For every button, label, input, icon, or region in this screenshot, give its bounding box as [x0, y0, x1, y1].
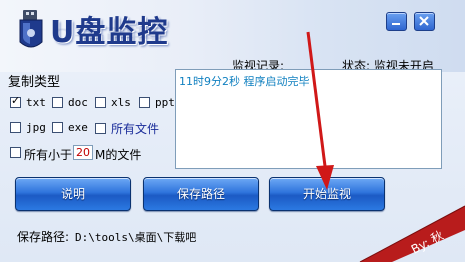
option-label: 所有文件	[111, 122, 160, 136]
copy-type-label: 复制类型	[8, 75, 61, 90]
save-path-value: D:\tools\桌面\下载吧	[75, 231, 197, 244]
corner-badge: By: 秋	[359, 205, 465, 262]
option-label: doc	[68, 96, 88, 109]
size-filter-option[interactable]	[10, 147, 21, 158]
close-button[interactable]	[414, 12, 435, 31]
app-title-reflection: U盘监控	[50, 24, 165, 41]
option-txt[interactable]: ✓ txt	[10, 95, 46, 109]
help-button[interactable]: 说明	[15, 177, 131, 211]
option-ppt[interactable]: ppt	[139, 96, 175, 109]
checkbox-jpg[interactable]	[10, 122, 21, 133]
minimize-icon	[392, 23, 400, 25]
checkbox-exe[interactable]	[52, 122, 63, 133]
option-label: txt	[26, 96, 46, 109]
size-filter-prefix: 所有小于	[24, 148, 73, 162]
option-label: jpg	[26, 121, 46, 134]
size-limit-input[interactable]: 20	[73, 145, 93, 160]
close-icon	[419, 16, 429, 26]
option-label: xls	[111, 96, 131, 109]
checkbox-ppt[interactable]	[139, 97, 150, 108]
option-doc[interactable]: doc	[52, 96, 88, 109]
checkbox-all-files[interactable]	[95, 123, 106, 134]
checkbox-txt[interactable]: ✓	[10, 95, 21, 108]
option-all-files[interactable]: 所有文件	[95, 120, 159, 137]
option-label: exe	[68, 121, 88, 134]
log-entry: 11时9分2秒 程序启动完毕	[179, 75, 310, 88]
option-jpg[interactable]: jpg	[10, 121, 46, 134]
checkbox-xls[interactable]	[95, 97, 106, 108]
minimize-button[interactable]	[386, 12, 407, 31]
save-path-button[interactable]: 保存路径	[143, 177, 259, 211]
checkbox-doc[interactable]	[52, 97, 63, 108]
option-exe[interactable]: exe	[52, 121, 88, 134]
app-window: U盘监控 U盘监控 监视记录: 状态: 监视未开启 复制类型 ✓ txt doc…	[0, 0, 465, 262]
checkbox-size-filter[interactable]	[10, 147, 21, 158]
log-textarea[interactable]: 11时9分2秒 程序启动完毕	[175, 69, 442, 169]
size-filter-suffix: M的文件	[95, 148, 142, 162]
usb-logo-icon	[19, 10, 43, 48]
option-xls[interactable]: xls	[95, 96, 131, 109]
option-label: ppt	[155, 96, 175, 109]
save-path-label: 保存路径:	[17, 230, 70, 244]
